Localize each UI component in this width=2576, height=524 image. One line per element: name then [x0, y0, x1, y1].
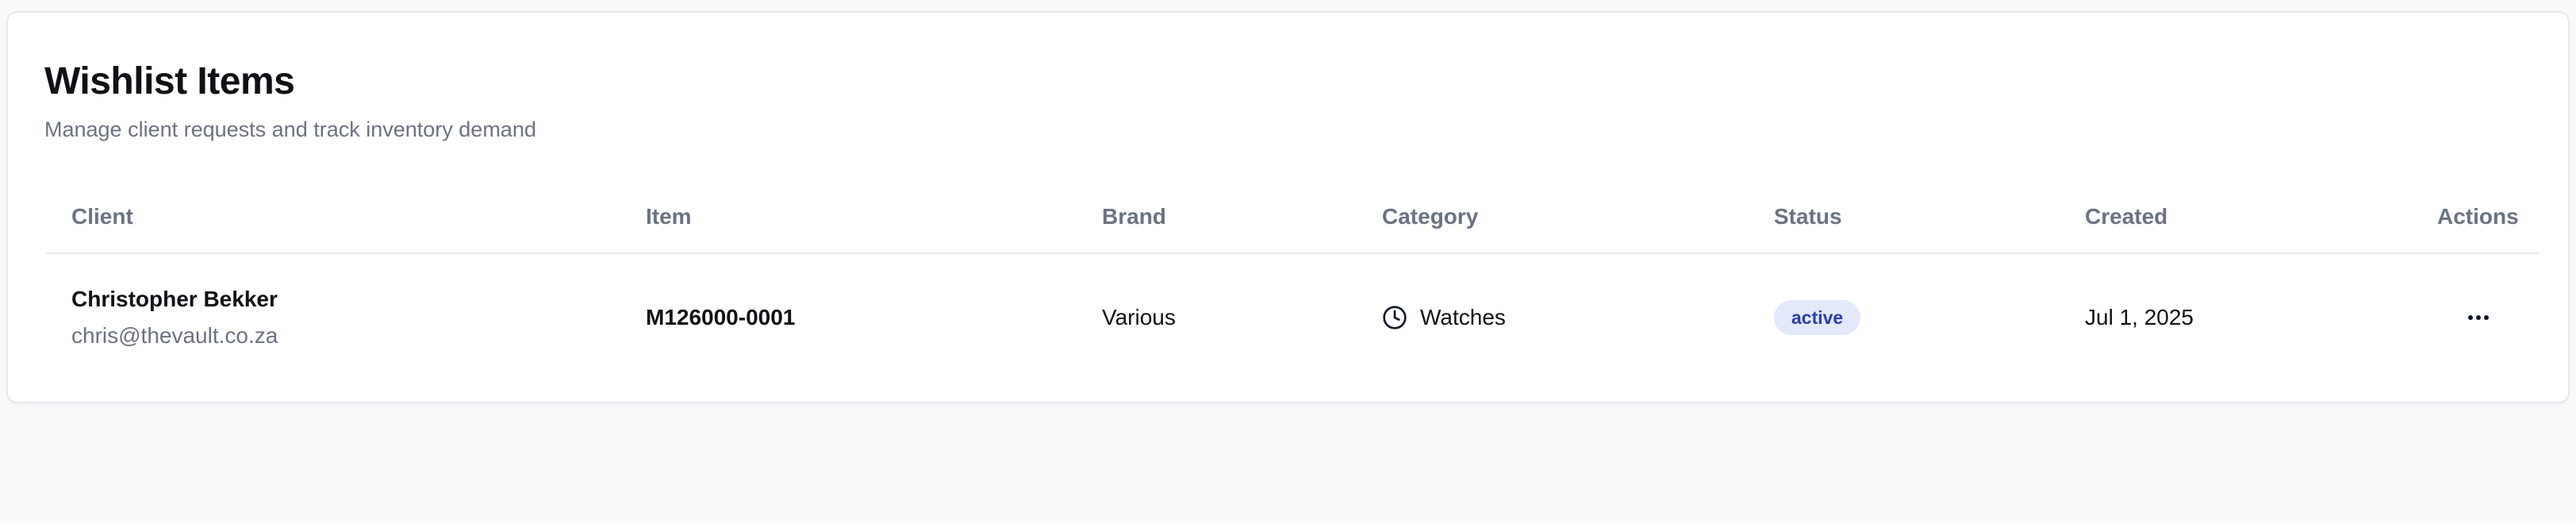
status-cell: active	[1774, 254, 1861, 381]
table-row[interactable]: Christopher Bekker chris@thevault.co.za …	[46, 254, 2539, 381]
card-header: Wishlist Items Manage client requests an…	[44, 49, 536, 144]
client-cell: Christopher Bekker chris@thevault.co.za	[71, 254, 278, 381]
wishlist-table: Client Item Brand Category Status Create…	[46, 179, 2539, 381]
column-header-created[interactable]: Created	[2085, 179, 2167, 254]
category-cell: Watches	[1382, 254, 1506, 381]
column-header-category[interactable]: Category	[1382, 179, 1478, 254]
wishlist-card: Wishlist Items Manage client requests an…	[6, 11, 2570, 403]
brand-name: Various	[1102, 305, 1176, 329]
column-header-brand[interactable]: Brand	[1102, 179, 1166, 254]
column-header-status[interactable]: Status	[1774, 179, 1842, 254]
created-cell: Jul 1, 2025	[2085, 254, 2194, 381]
row-actions-button[interactable]	[2453, 295, 2504, 340]
page-subtitle: Manage client requests and track invento…	[44, 118, 536, 141]
brand-cell: Various	[1102, 254, 1176, 381]
item-cell: M126000-0001	[646, 254, 795, 381]
created-date: Jul 1, 2025	[2085, 305, 2194, 329]
category-label: Watches	[1420, 305, 1506, 329]
client-name: Christopher Bekker	[71, 287, 278, 311]
status-badge: active	[1774, 300, 1861, 335]
clock-icon	[1382, 305, 1407, 330]
client-email: chris@thevault.co.za	[71, 323, 278, 348]
page-title: Wishlist Items	[44, 60, 295, 102]
actions-cell	[2447, 254, 2510, 381]
item-code: M126000-0001	[646, 305, 796, 329]
column-header-item[interactable]: Item	[646, 179, 692, 254]
table-header: Client Item Brand Category Status Create…	[46, 179, 2539, 254]
more-horizontal-icon	[2468, 315, 2473, 320]
column-header-actions: Actions	[2437, 204, 2519, 229]
column-header-client[interactable]: Client	[71, 179, 133, 254]
